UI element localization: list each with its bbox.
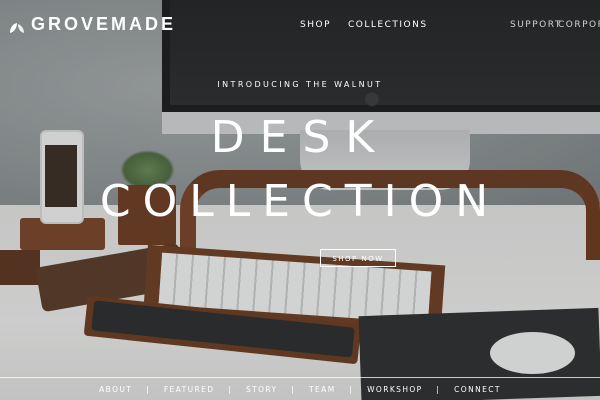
shop-now-button[interactable]: SHOP NOW [320,249,396,267]
nav-shop-link[interactable]: SHOP [300,20,331,30]
hero-kicker: INTRODUCING THE WALNUT [217,80,383,89]
footer-link-about[interactable]: ABOUT [99,385,132,394]
nav-corporate-link[interactable]: CORPORATE [558,20,600,30]
footer-divider [0,377,600,378]
footer-nav: ABOUT | FEATURED | STORY | TEAM | WORKSH… [0,385,600,394]
nav-support[interactable]: SUPPORT [510,20,562,30]
nav-shop[interactable]: SHOP [300,20,331,30]
nav-collections[interactable]: COLLECTIONS [348,20,428,30]
nav-support-link[interactable]: SUPPORT [510,20,562,30]
footer-link-team[interactable]: TEAM [309,385,336,394]
leaf-icon [9,19,25,33]
logo[interactable]: GROVEMADE [9,14,176,35]
footer-separator: | [349,385,354,394]
nav-collections-link[interactable]: COLLECTIONS [348,20,428,30]
footer-link-story[interactable]: STORY [246,385,278,394]
footer-separator: | [228,385,233,394]
footer-separator: | [146,385,151,394]
footer-link-featured[interactable]: FEATURED [164,385,215,394]
nav-corporate[interactable]: CORPORATE [558,20,600,30]
footer-separator: | [291,385,296,394]
hero-headline-line-2: COLLECTION [99,176,501,227]
hero-headline-line-1: DESK [210,112,390,163]
footer-separator: | [436,385,441,394]
footer-link-connect[interactable]: CONNECT [454,385,501,394]
logo-text: GROVEMADE [31,14,177,34]
footer-link-workshop[interactable]: WORKSHOP [367,385,422,394]
